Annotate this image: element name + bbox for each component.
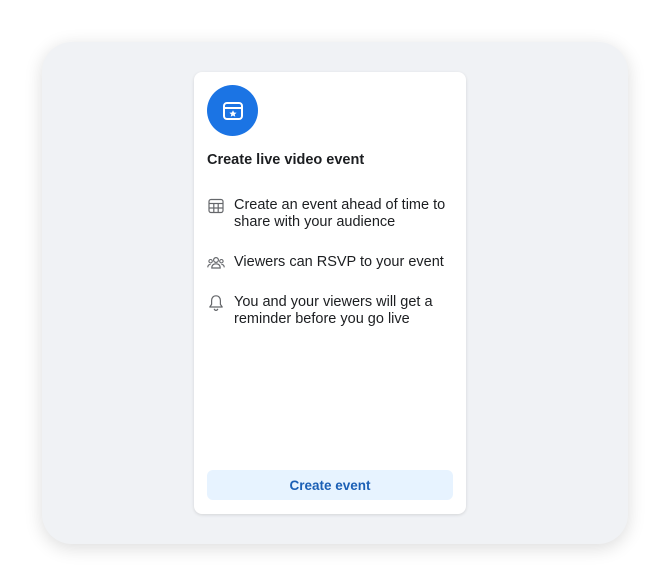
- feature-text: Viewers can RSVP to your event: [234, 254, 444, 270]
- card-title: Create live video event: [207, 152, 365, 168]
- feature-item-schedule: Create an event ahead of time to share w…: [207, 197, 457, 231]
- feature-item-reminder: You and your viewers will get a reminder…: [207, 294, 457, 328]
- feature-item-rsvp: Viewers can RSVP to your event: [207, 254, 457, 272]
- feature-text: Create an event ahead of time to share w…: [234, 197, 446, 230]
- calendar-star-icon: [207, 85, 258, 136]
- create-event-button[interactable]: Create event: [207, 470, 453, 500]
- calendar-grid-icon: [207, 197, 225, 215]
- feature-text: You and your viewers will get a reminder…: [234, 294, 433, 327]
- bell-icon: [207, 294, 225, 312]
- live-event-card: Create live video event Create an event …: [194, 72, 466, 514]
- people-icon: [207, 254, 225, 272]
